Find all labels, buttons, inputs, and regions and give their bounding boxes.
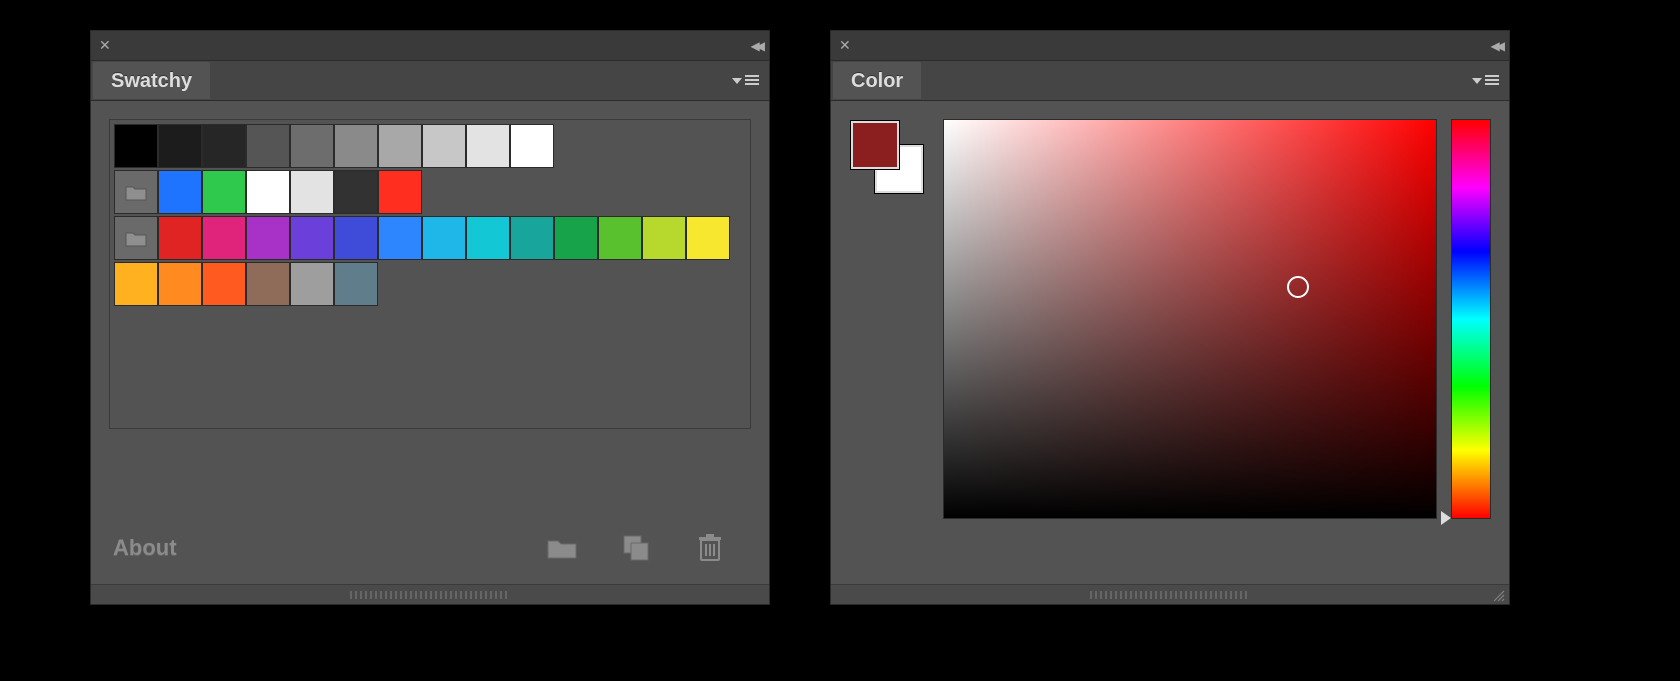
swatch[interactable] [466, 216, 510, 260]
swatch[interactable] [378, 124, 422, 168]
swatch[interactable] [158, 170, 202, 214]
swatch-row [114, 124, 746, 168]
delete-button[interactable] [693, 534, 727, 562]
swatch-area [109, 119, 751, 429]
panel-grip[interactable] [91, 584, 769, 604]
swatch[interactable] [246, 262, 290, 306]
tab-label: Color [851, 70, 903, 92]
folder-icon [547, 536, 577, 560]
close-icon[interactable]: ✕ [99, 37, 111, 54]
swatch[interactable] [114, 124, 158, 168]
swatch[interactable] [686, 216, 730, 260]
swatch[interactable] [598, 216, 642, 260]
swatchy-panel: ✕ ◀◀ Swatchy About [90, 30, 770, 605]
hue-arrow-icon [1441, 511, 1451, 525]
swatch[interactable] [290, 170, 334, 214]
swatch[interactable] [290, 216, 334, 260]
swatch[interactable] [246, 124, 290, 168]
swatch[interactable] [642, 216, 686, 260]
swatch[interactable] [510, 216, 554, 260]
fg-bg-area [849, 119, 929, 566]
swatch[interactable] [510, 124, 554, 168]
swatch[interactable] [378, 170, 422, 214]
swatch[interactable] [246, 216, 290, 260]
swatch[interactable] [422, 216, 466, 260]
swatch-group-folder[interactable] [114, 170, 158, 214]
swatch[interactable] [378, 216, 422, 260]
swatch[interactable] [334, 216, 378, 260]
swatch[interactable] [334, 262, 378, 306]
hue-strip[interactable] [1451, 119, 1491, 519]
swatchy-body: About [91, 101, 769, 584]
swatch[interactable] [202, 124, 246, 168]
foreground-swatch[interactable] [851, 121, 899, 169]
swatch-row [114, 262, 746, 306]
color-tab-bar: Color [831, 61, 1509, 101]
collapse-icon[interactable]: ◀◀ [1491, 39, 1501, 53]
swatch[interactable] [158, 124, 202, 168]
swatch[interactable] [334, 124, 378, 168]
swatch[interactable] [114, 262, 158, 306]
color-title-bar: ✕ ◀◀ [831, 31, 1509, 61]
swatch[interactable] [290, 124, 334, 168]
swatch-row [114, 216, 746, 260]
tab-label: Swatchy [111, 70, 192, 92]
footer-icons [545, 534, 747, 562]
collapse-icon[interactable]: ◀◀ [751, 39, 761, 53]
resize-corner-icon[interactable] [1491, 588, 1505, 602]
tab-swatchy[interactable]: Swatchy [93, 62, 210, 99]
swatch[interactable] [554, 216, 598, 260]
color-panel: ✕ ◀◀ Color [830, 30, 1510, 605]
color-body [831, 101, 1509, 584]
swatch[interactable] [158, 262, 202, 306]
close-icon[interactable]: ✕ [839, 37, 851, 54]
swatch[interactable] [202, 216, 246, 260]
swatch[interactable] [334, 170, 378, 214]
swatch[interactable] [290, 262, 334, 306]
new-swatch-icon [623, 535, 649, 561]
swatch[interactable] [158, 216, 202, 260]
saturation-value-field[interactable] [943, 119, 1437, 519]
swatch[interactable] [202, 262, 246, 306]
swatch[interactable] [202, 170, 246, 214]
about-link[interactable]: About [113, 535, 177, 561]
tab-color[interactable]: Color [833, 62, 921, 99]
new-group-button[interactable] [545, 534, 579, 562]
panel-menu-icon[interactable] [1472, 75, 1499, 87]
swatchy-tab-bar: Swatchy [91, 61, 769, 101]
swatch-row [114, 170, 746, 214]
new-swatch-button[interactable] [619, 534, 653, 562]
swatch[interactable] [422, 124, 466, 168]
panel-menu-icon[interactable] [732, 75, 759, 87]
swatch-group-folder[interactable] [114, 216, 158, 260]
swatch[interactable] [466, 124, 510, 168]
panel-grip[interactable] [831, 584, 1509, 604]
swatchy-footer: About [109, 526, 751, 566]
swatchy-title-bar: ✕ ◀◀ [91, 31, 769, 61]
swatch[interactable] [246, 170, 290, 214]
trash-icon [698, 534, 722, 562]
